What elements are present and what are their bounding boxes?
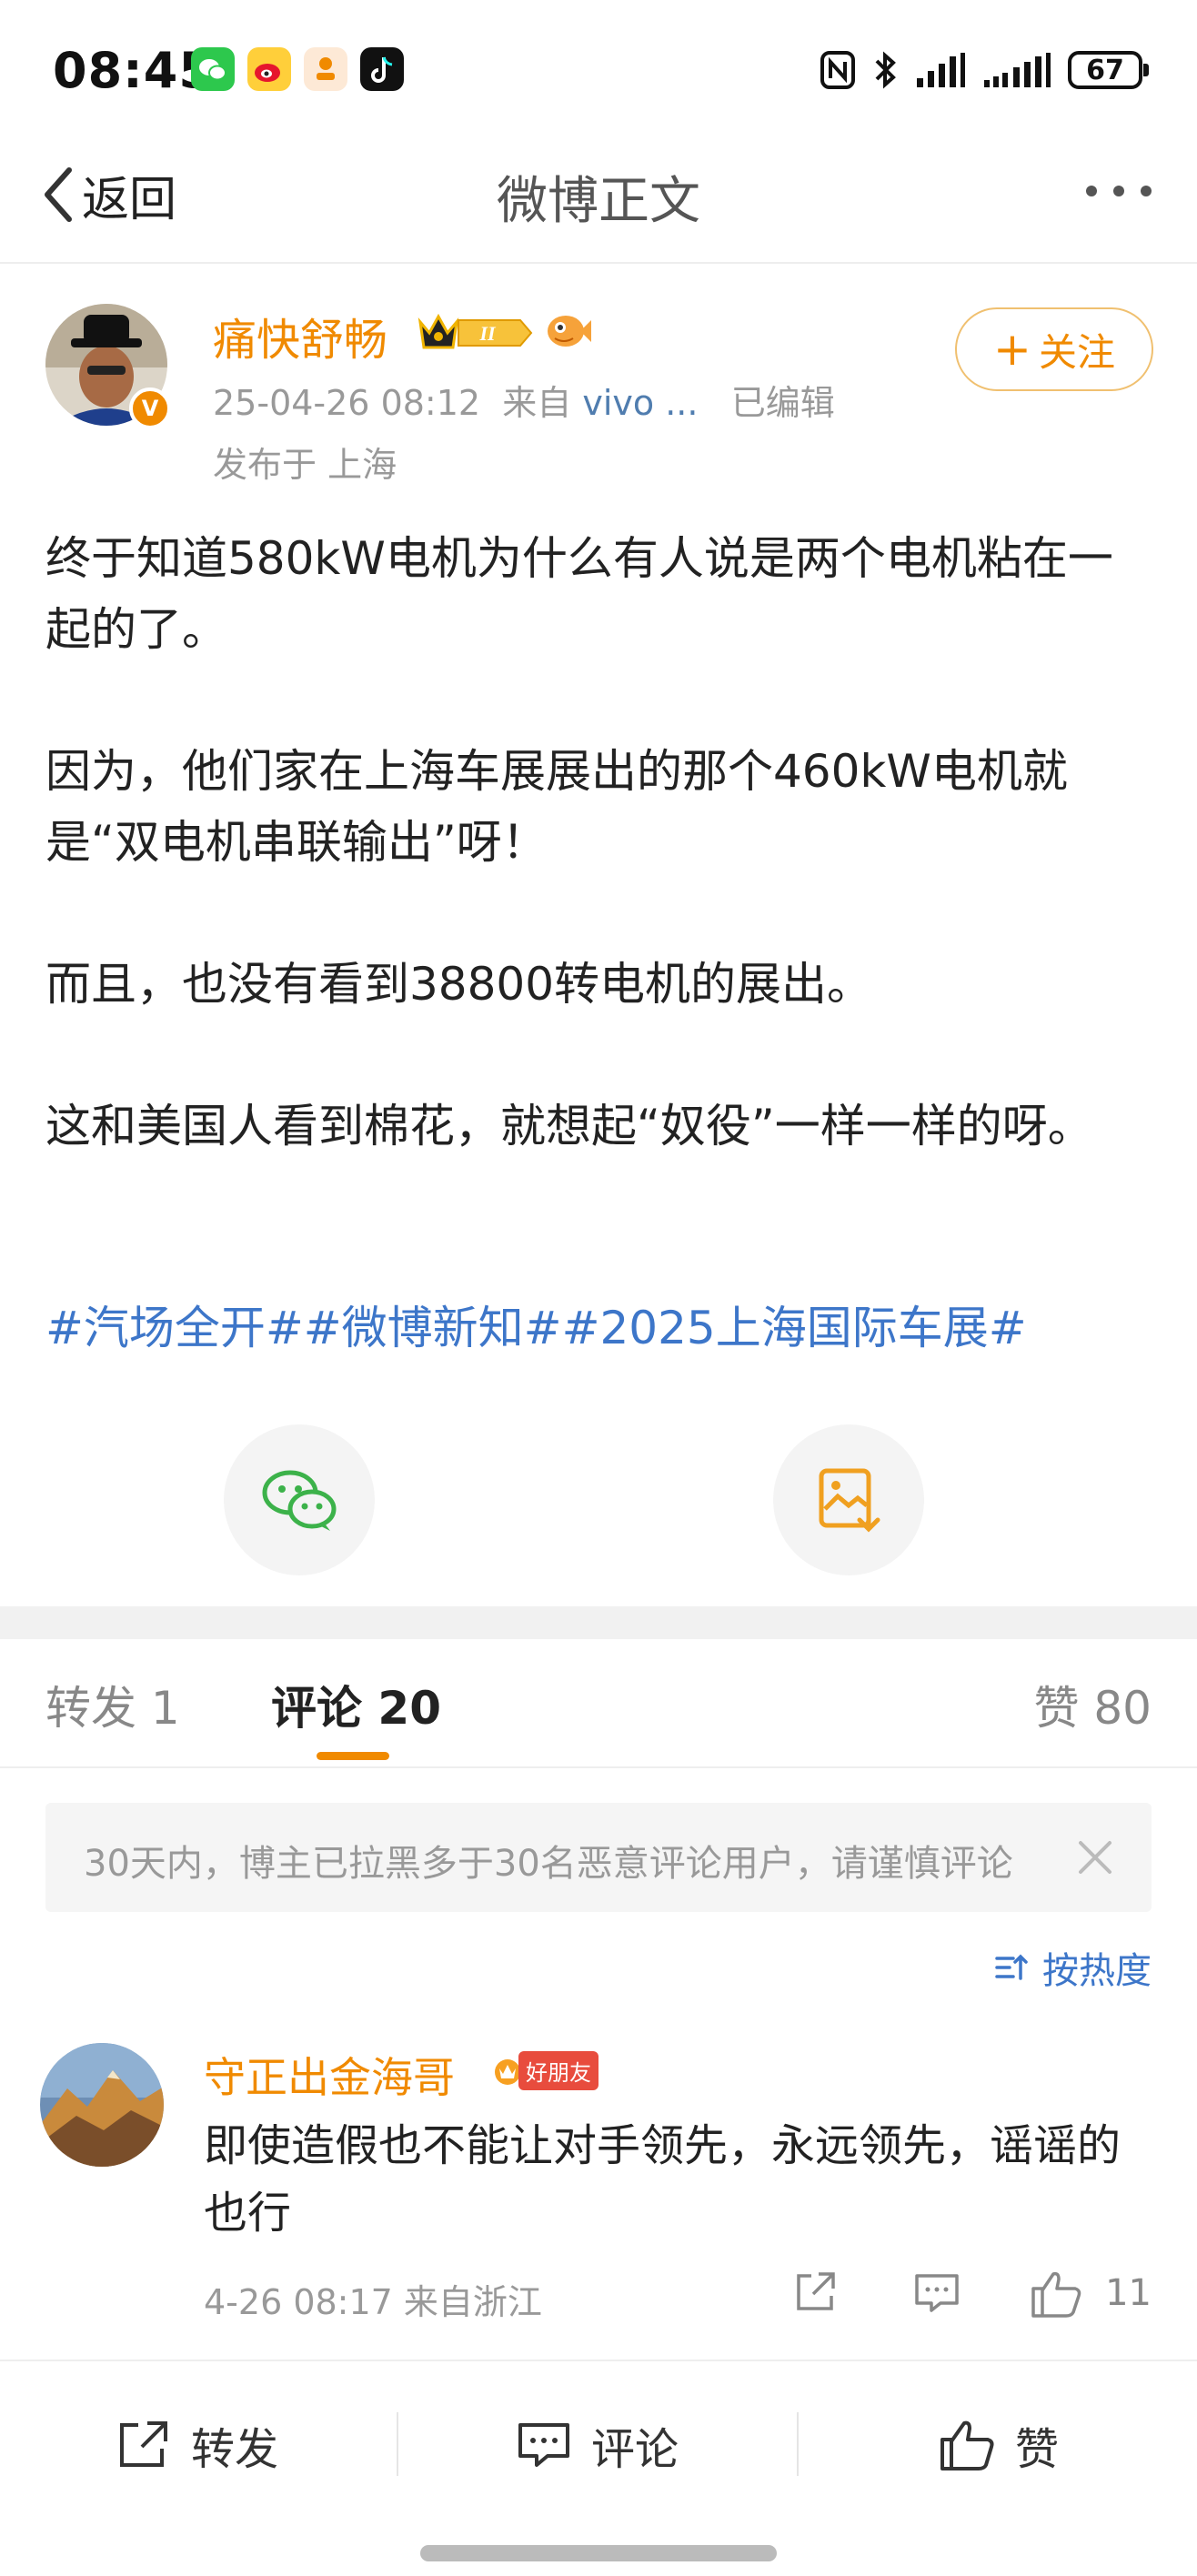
post-paragraph: 终于知道580kW电机为什么有人说是两个电机粘在一起的了。 <box>45 532 1113 656</box>
commenter-avatar[interactable] <box>40 2043 164 2167</box>
save-image-button[interactable] <box>773 1424 924 1575</box>
repost-button[interactable]: 转发 <box>116 2409 278 2481</box>
comment-like-count: 11 <box>1105 2272 1152 2314</box>
section-separator <box>0 1606 1197 1639</box>
bottom-action-bar: 转发 评论 赞 <box>0 2360 1197 2576</box>
app-icon <box>304 47 347 91</box>
system-icons: 67 <box>820 47 1149 93</box>
notice-text: 30天内，博主已拉黑多于30名恶意评论用户，请谨慎评论 <box>84 1843 1013 1885</box>
level-badge: II <box>415 309 535 360</box>
weibo-icon <box>247 47 291 91</box>
comment-label: 评论 <box>591 2424 679 2475</box>
post-timestamp: 25-04-26 08:12 <box>213 383 481 423</box>
tiktok-icon <box>360 47 404 91</box>
thumbs-up-icon <box>940 2420 994 2470</box>
repost-icon <box>120 2421 167 2467</box>
comment-icon <box>518 2423 569 2467</box>
post-body: 终于知道580kW电机为什么有人说是两个电机粘在一起的了。 因为，他们家在上海车… <box>45 523 1152 1162</box>
close-icon[interactable] <box>1075 1837 1115 1881</box>
friend-badge-label: 好朋友 <box>518 2050 598 2090</box>
post-location: 发布于 上海 <box>213 445 397 485</box>
post-meta: 25-04-26 08:12 来自 vivo ... 已编辑 <box>213 375 835 425</box>
like-button[interactable]: 赞 <box>939 2409 1059 2481</box>
share-icon <box>797 2272 835 2310</box>
verified-badge: V <box>129 387 171 429</box>
comment-icon <box>915 2274 959 2312</box>
comment-notice: 30天内，博主已拉黑多于30名恶意评论用户，请谨慎评论 <box>45 1803 1152 1912</box>
bluetooth-icon <box>875 51 896 89</box>
comment-meta: 4-26 08:17 来自浙江 <box>204 2282 542 2322</box>
post-paragraph: 因为，他们家在上海车展展出的那个460kW电机就是“双电机串联输出”呀！ <box>45 745 1068 869</box>
like-label: 赞 <box>1015 2424 1060 2475</box>
signal-icon <box>917 53 965 87</box>
svg-text:II: II <box>478 322 497 345</box>
nav-bar: 返回 微博正文 <box>0 136 1197 264</box>
post-paragraph: 而且，也没有看到38800转电机的展出。 <box>45 958 873 1011</box>
post-hashtags[interactable]: #汽场全开##微博新知##2025上海国际车展# <box>45 1292 1027 1357</box>
comment-like-button[interactable] <box>1030 2269 1082 2323</box>
tab-repost[interactable]: 转发 1 <box>45 1672 180 1737</box>
comment-text: 即使造假也不能让对手领先，永远领先，谣谣的也行 <box>204 2120 1122 2239</box>
share-wechat-button[interactable] <box>224 1424 375 1575</box>
thumbs-up-icon <box>1031 2271 1081 2318</box>
tab-comment[interactable]: 评论 20 <box>271 1672 441 1737</box>
friend-badge: 好朋友 <box>491 2050 598 2090</box>
page-title: 微博正文 <box>497 172 700 231</box>
tab-like[interactable]: 赞 80 <box>1033 1672 1152 1737</box>
author-name[interactable]: 痛快舒畅 <box>213 304 387 367</box>
follow-button[interactable]: + 关注 <box>955 307 1153 391</box>
repost-label: 转发 <box>191 2424 279 2475</box>
post-source[interactable]: vivo ... <box>582 383 698 423</box>
follow-label: 关注 <box>1038 329 1115 375</box>
fan-badge-icon <box>542 307 591 357</box>
comment-share-button[interactable] <box>791 2269 839 2319</box>
commenter-name[interactable]: 守正出金海哥 <box>204 2045 455 2105</box>
comment-button[interactable]: 评论 <box>517 2409 679 2481</box>
active-tab-indicator <box>317 1752 389 1760</box>
plus-icon: + <box>993 323 1031 376</box>
status-bar: 08:45 67 <box>0 0 1197 136</box>
post-header: V 痛快舒畅 II 25-04-26 08:12 来自 vivo ... 已编辑… <box>0 291 1197 491</box>
signal-2-icon <box>984 53 1051 87</box>
sort-label: 按热度 <box>1042 1950 1152 1992</box>
edited-label[interactable]: 已编辑 <box>731 383 835 423</box>
comment-reply-button[interactable] <box>913 2269 961 2319</box>
battery-indicator: 67 <box>1068 51 1149 89</box>
wechat-icon <box>262 1470 337 1531</box>
sort-toggle[interactable]: 按热度 <box>993 1941 1152 1994</box>
nfc-icon <box>820 51 855 89</box>
interaction-tabs: 转发 1 评论 20 赞 80 <box>0 1639 1197 1768</box>
post-paragraph: 这和美国人看到棉花，就想起“奴役”一样一样的呀。 <box>45 1100 1093 1152</box>
home-indicator[interactable] <box>420 2545 777 2561</box>
source-prefix: 来自 <box>502 383 572 423</box>
wechat-icon <box>191 47 235 91</box>
more-options-button[interactable] <box>1086 186 1152 196</box>
image-download-icon <box>819 1468 880 1533</box>
sort-icon <box>995 1954 1028 1980</box>
status-time: 08:45 <box>53 42 214 99</box>
